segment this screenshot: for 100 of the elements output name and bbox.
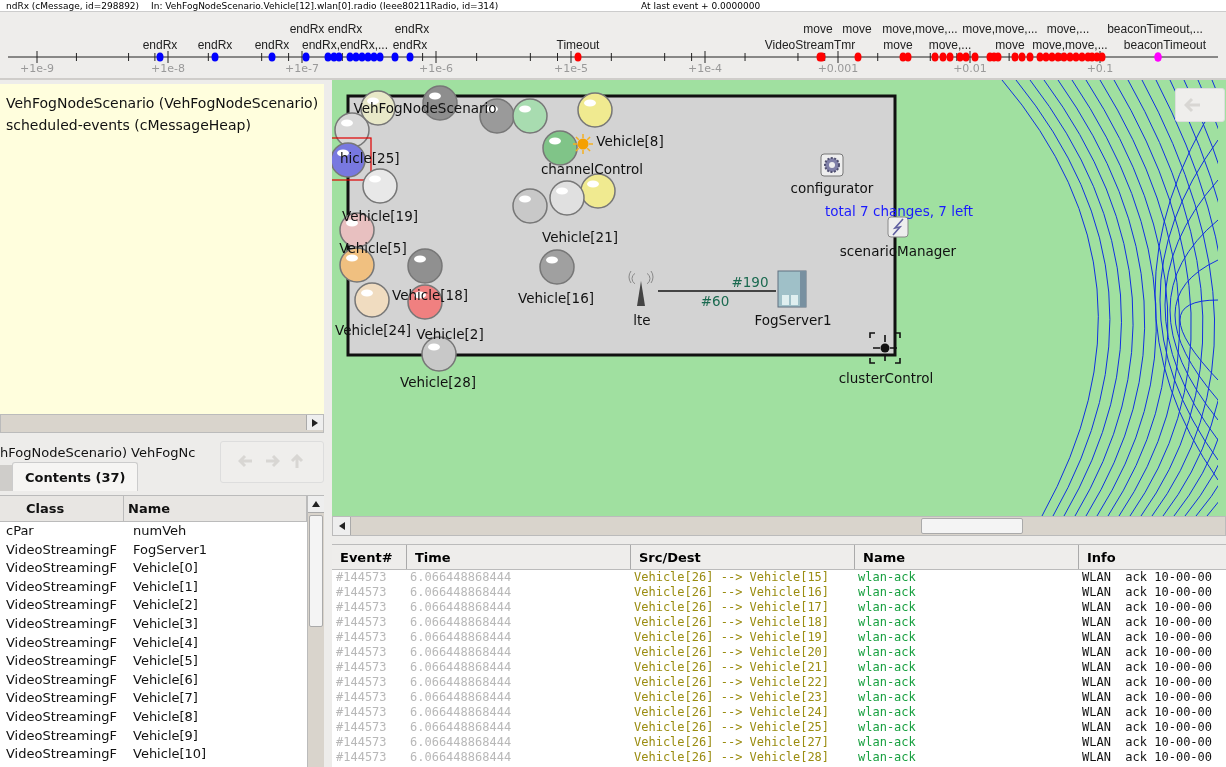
event-marker[interactable]	[406, 52, 414, 62]
log-cell-text: Vehicle[26] --> Vehicle[17]	[633, 600, 831, 615]
event-label: move	[995, 38, 1025, 52]
tree-item[interactable]: scheduled-events (cMessageHeap)	[6, 116, 324, 134]
event-marker[interactable]	[1078, 52, 1086, 62]
event-marker[interactable]	[854, 52, 862, 62]
event-label: VideoStreamTmr	[764, 38, 856, 52]
table-cell-text: Vehicle[10]	[132, 745, 208, 764]
log-cell-text: #144573	[335, 705, 388, 720]
event-marker[interactable]	[352, 52, 360, 62]
event-label: endRx	[289, 22, 325, 36]
event-marker[interactable]	[335, 52, 343, 62]
table-cell-text: Vehicle[5]	[132, 652, 199, 671]
event-marker[interactable]	[211, 52, 219, 62]
log-cell-text: WLAN ack 10-00-00	[1081, 675, 1214, 690]
log-cell-text: wlan-ack	[857, 720, 917, 735]
node-label: lte	[633, 312, 651, 328]
event-marker[interactable]	[1048, 52, 1056, 62]
log-cell-text: Vehicle[26] --> Vehicle[16]	[633, 585, 831, 600]
event-marker[interactable]	[156, 52, 164, 62]
event-marker[interactable]	[1026, 52, 1034, 62]
event-marker[interactable]	[346, 52, 354, 62]
table-cell-text: VideoStreamingF	[5, 559, 119, 578]
node-label: configurator	[790, 180, 874, 196]
tick-label: +0.1	[1086, 62, 1114, 75]
horizontal-scrollbar[interactable]	[332, 516, 1226, 536]
log-cell-text: #144573	[335, 600, 388, 615]
event-marker[interactable]	[956, 52, 964, 62]
log-cell-text: #144573	[335, 585, 388, 600]
event-marker[interactable]	[364, 52, 372, 62]
log-cell-text: 6.066448868444	[409, 720, 513, 735]
event-marker[interactable]	[946, 52, 954, 62]
column-header[interactable]: Name	[854, 545, 1078, 569]
event-marker[interactable]	[904, 52, 912, 62]
node-label: Vehicle[2]	[416, 326, 484, 342]
column-header[interactable]: Src/Dest	[630, 545, 854, 569]
table-cell-text: VideoStreamingF	[5, 726, 119, 745]
log-cell-text: Vehicle[26] --> Vehicle[22]	[633, 675, 831, 690]
event-label: move	[803, 22, 833, 36]
table-cell-text: VideoStreamingF	[5, 596, 119, 615]
table-cell-text: Vehicle[8]	[132, 707, 199, 726]
column-header[interactable]: Event#	[332, 545, 406, 569]
log-cell-text: wlan-ack	[857, 570, 917, 585]
event-marker[interactable]	[939, 52, 947, 62]
log-cell-text: wlan-ack	[857, 585, 917, 600]
log-cell-text: WLAN ack 10-00-00	[1081, 750, 1214, 765]
vehicle-icon[interactable]	[577, 92, 613, 128]
tab[interactable]: Contents (37)	[12, 462, 139, 491]
tick-label: +1e-6	[419, 62, 453, 75]
log-cell-text: WLAN ack 10-00-00	[1081, 735, 1214, 750]
log-cell-text: WLAN ack 10-00-00	[1081, 645, 1214, 660]
event-marker[interactable]	[971, 52, 979, 62]
tick-label: +0.01	[953, 62, 987, 75]
event-marker[interactable]	[324, 52, 332, 62]
event-marker[interactable]	[376, 52, 384, 62]
event-marker[interactable]	[1042, 52, 1050, 62]
column-header[interactable]: Time	[406, 545, 630, 569]
log-cell-text: 6.066448868444	[409, 630, 513, 645]
event-marker[interactable]	[268, 52, 276, 62]
log-cell-text: wlan-ack	[857, 600, 917, 615]
event-label: move,...	[928, 38, 972, 52]
event-marker[interactable]	[574, 52, 582, 62]
event-label: beaconTimeout,...	[1107, 22, 1203, 36]
event-marker[interactable]	[1060, 52, 1068, 62]
event-marker[interactable]	[1072, 52, 1080, 62]
scroll-right-button[interactable]	[306, 415, 323, 430]
tree-item[interactable]: VehFogNodeScenario (VehFogNodeScenario)	[6, 94, 324, 112]
column-header[interactable]: Info	[1078, 545, 1226, 569]
log-cell-text: Vehicle[26] --> Vehicle[27]	[633, 735, 831, 750]
event-label: endRx,endRx,...	[302, 38, 388, 52]
event-marker[interactable]	[358, 52, 366, 62]
log-cell-text: Vehicle[26] --> Vehicle[20]	[633, 645, 831, 660]
table-cell-text: Vehicle[9]	[132, 726, 199, 745]
event-marker[interactable]	[962, 52, 970, 62]
log-cell-text: WLAN ack 10-00-00	[1081, 570, 1214, 585]
event-marker[interactable]	[391, 52, 399, 62]
table-cell-text: VideoStreamingF	[5, 540, 119, 559]
event-marker[interactable]	[1011, 52, 1019, 62]
event-marker[interactable]	[1066, 52, 1074, 62]
event-marker[interactable]	[1054, 52, 1062, 62]
table-cell-text: cPar	[5, 522, 35, 540]
event-marker[interactable]	[931, 52, 939, 62]
vertical-scrollbar[interactable]	[307, 496, 324, 767]
event-marker[interactable]	[994, 52, 1002, 62]
log-cell-text: Vehicle[26] --> Vehicle[28]	[633, 750, 831, 765]
event-marker[interactable]	[370, 52, 378, 62]
table-cell-text: VideoStreamingF	[5, 689, 119, 708]
up-triangle-icon	[312, 500, 320, 508]
event-label: endRx	[197, 38, 233, 52]
event-marker[interactable]	[818, 52, 826, 62]
event-marker[interactable]	[1036, 52, 1044, 62]
table-cell-text: Vehicle[4]	[132, 633, 199, 652]
event-label: move,move,...	[882, 22, 958, 36]
log-cell-text: Vehicle[26] --> Vehicle[23]	[633, 690, 831, 705]
horizontal-scrollbar[interactable]	[0, 414, 324, 433]
column-header[interactable]: Class	[0, 496, 124, 522]
event-marker[interactable]	[302, 52, 310, 62]
event-marker[interactable]	[1018, 52, 1026, 62]
tick-label: +1e-8	[151, 62, 185, 75]
event-marker[interactable]	[1098, 52, 1106, 62]
